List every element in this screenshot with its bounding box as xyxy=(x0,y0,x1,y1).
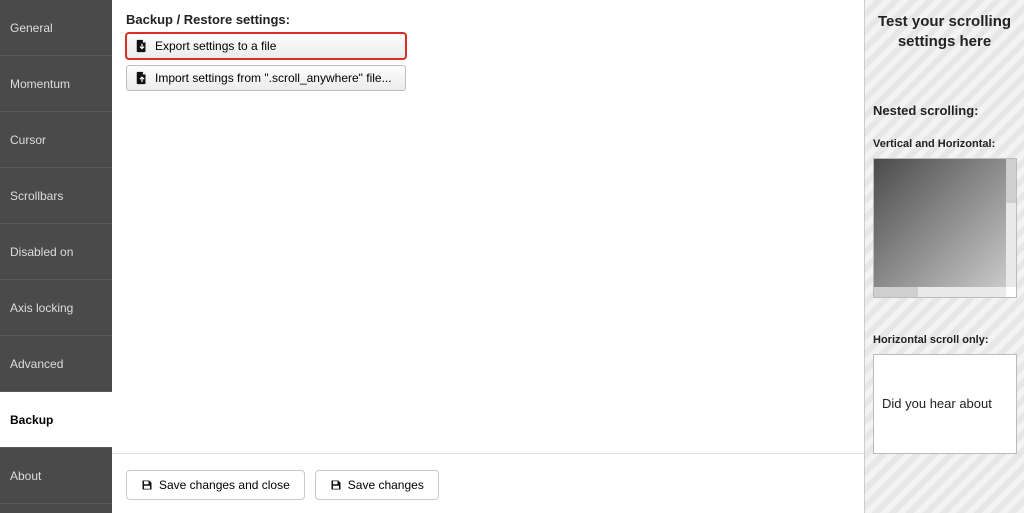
sidebar-item-label: Scrollbars xyxy=(10,189,63,203)
nested-scrolling-label: Vertical and Horizontal: xyxy=(873,138,1016,150)
hscroll-label: Horizontal scroll only: xyxy=(873,334,1016,346)
import-icon xyxy=(135,71,149,85)
sidebar-item-backup[interactable]: Backup xyxy=(0,392,112,448)
sidebar-item-label: Cursor xyxy=(10,133,46,147)
section-title: Backup / Restore settings: xyxy=(126,12,850,27)
sidebar-item-disabled-on[interactable]: Disabled on xyxy=(0,224,112,280)
sidebar-item-axis-locking[interactable]: Axis locking xyxy=(0,280,112,336)
horizontal-scroll-box[interactable]: Did you hear about xyxy=(873,354,1017,454)
sidebar-item-label: General xyxy=(10,21,53,35)
vertical-scrollbar-thumb[interactable] xyxy=(1006,159,1016,203)
save-and-close-button[interactable]: Save changes and close xyxy=(126,470,305,500)
sidebar-item-label: Advanced xyxy=(10,357,63,371)
nested-scroll-box[interactable] xyxy=(873,158,1017,298)
import-button-label: Import settings from ".scroll_anywhere" … xyxy=(155,71,392,85)
sidebar-item-general[interactable]: General xyxy=(0,0,112,56)
horizontal-scrollbar-thumb[interactable] xyxy=(874,287,918,297)
save-label: Save changes xyxy=(348,478,424,492)
sidebar-item-label: About xyxy=(10,469,41,483)
test-panel: Test your scrolling settings here Nested… xyxy=(864,0,1024,513)
test-panel-title: Test your scrolling settings here xyxy=(873,12,1016,53)
save-button[interactable]: Save changes xyxy=(315,470,439,500)
sidebar-item-advanced[interactable]: Advanced xyxy=(0,336,112,392)
sidebar-item-cursor[interactable]: Cursor xyxy=(0,112,112,168)
save-icon xyxy=(141,479,153,491)
sidebar-item-about[interactable]: About xyxy=(0,448,112,504)
sidebar-item-scrollbars[interactable]: Scrollbars xyxy=(0,168,112,224)
export-icon xyxy=(135,39,149,53)
nested-scrolling-heading: Nested scrolling: xyxy=(873,103,1016,118)
sidebar-item-label: Momentum xyxy=(10,77,70,91)
main-content: Backup / Restore settings: Export settin… xyxy=(112,0,864,513)
save-close-label: Save changes and close xyxy=(159,478,290,492)
sidebar-item-label: Axis locking xyxy=(10,301,73,315)
hscroll-text: Did you hear about xyxy=(882,396,992,411)
sidebar-item-momentum[interactable]: Momentum xyxy=(0,56,112,112)
footer: Save changes and close Save changes xyxy=(112,453,864,513)
sidebar: General Momentum Cursor Scrollbars Disab… xyxy=(0,0,112,513)
save-icon xyxy=(330,479,342,491)
export-button-label: Export settings to a file xyxy=(155,39,276,53)
backup-section: Backup / Restore settings: Export settin… xyxy=(112,0,864,453)
import-settings-button[interactable]: Import settings from ".scroll_anywhere" … xyxy=(126,65,406,91)
sidebar-item-label: Disabled on xyxy=(10,245,73,259)
sidebar-item-label: Backup xyxy=(10,413,53,427)
export-settings-button[interactable]: Export settings to a file xyxy=(126,33,406,59)
nested-scroll-content xyxy=(874,159,1006,287)
